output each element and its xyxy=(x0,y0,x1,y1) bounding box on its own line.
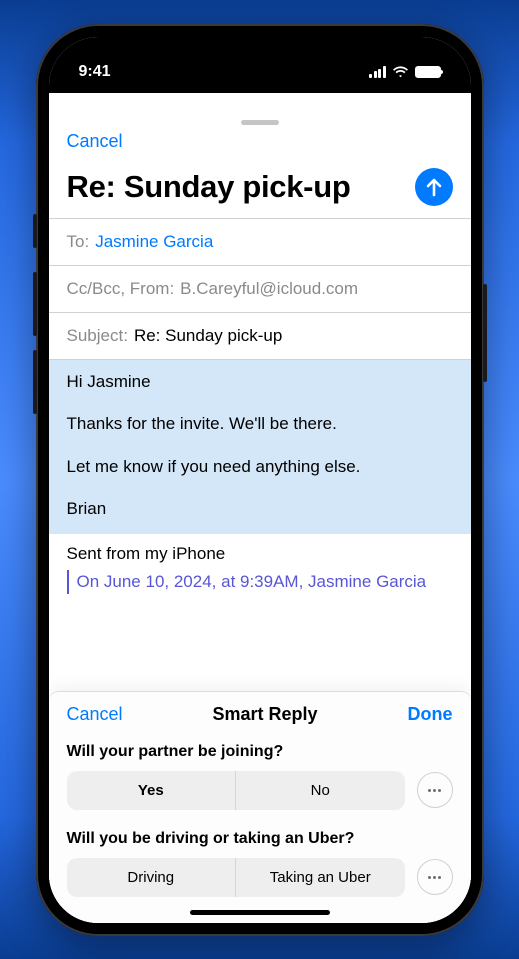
more-options-button[interactable] xyxy=(417,859,453,895)
subject-value: Re: Sunday pick-up xyxy=(134,326,282,346)
cellular-signal-icon xyxy=(369,66,386,78)
arrow-up-icon xyxy=(425,177,443,197)
body-line: Thanks for the invite. We'll be there. xyxy=(67,412,453,437)
home-indicator[interactable] xyxy=(190,910,330,915)
smart-question: Will your partner be joining? xyxy=(67,743,453,761)
to-field[interactable]: To: Jasmine Garcia xyxy=(49,218,471,266)
ellipsis-icon xyxy=(428,876,441,879)
smart-option-no[interactable]: No xyxy=(235,771,405,810)
wifi-icon xyxy=(392,66,409,78)
email-body[interactable]: Hi Jasmine Thanks for the invite. We'll … xyxy=(49,360,471,594)
smart-cancel-button[interactable]: Cancel xyxy=(67,704,123,725)
quote-header: On June 10, 2024, at 9:39AM, Jasmine Gar… xyxy=(67,570,453,594)
smart-option-yes[interactable]: Yes xyxy=(67,771,236,810)
ccbcc-label: Cc/Bcc, From: xyxy=(67,279,175,299)
smart-option-uber[interactable]: Taking an Uber xyxy=(235,858,405,897)
to-label: To: xyxy=(67,232,90,252)
status-time: 9:41 xyxy=(79,63,111,81)
body-signoff: Brian xyxy=(67,497,453,522)
compose-cancel-button[interactable]: Cancel xyxy=(67,131,123,152)
body-line: Let me know if you need anything else. xyxy=(67,455,453,480)
body-greeting: Hi Jasmine xyxy=(67,370,453,395)
compose-title: Re: Sunday pick-up xyxy=(67,169,351,205)
sheet-grabber[interactable] xyxy=(241,120,279,125)
send-button[interactable] xyxy=(415,168,453,206)
subject-field[interactable]: Subject: Re: Sunday pick-up xyxy=(49,313,471,360)
suggested-text-highlight: Hi Jasmine Thanks for the invite. We'll … xyxy=(49,360,471,535)
smart-reply-title: Smart Reply xyxy=(212,704,317,725)
from-value: B.Careyful@icloud.com xyxy=(180,279,358,299)
ccbcc-from-field[interactable]: Cc/Bcc, From: B.Careyful@icloud.com xyxy=(49,266,471,313)
subject-label: Subject: xyxy=(67,326,128,346)
ellipsis-icon xyxy=(428,789,441,792)
smart-reply-panel: Cancel Smart Reply Done Will your partne… xyxy=(49,691,471,923)
dynamic-island xyxy=(200,48,320,82)
email-signature: Sent from my iPhone xyxy=(67,544,453,564)
smart-option-driving[interactable]: Driving xyxy=(67,858,236,897)
smart-question: Will you be driving or taking an Uber? xyxy=(67,830,453,848)
smart-done-button[interactable]: Done xyxy=(407,704,452,725)
to-value[interactable]: Jasmine Garcia xyxy=(95,232,213,252)
battery-icon xyxy=(415,66,441,78)
more-options-button[interactable] xyxy=(417,772,453,808)
